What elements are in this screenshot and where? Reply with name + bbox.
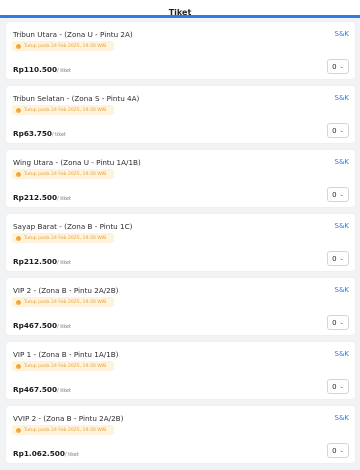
quantity-value: 0 bbox=[332, 382, 337, 391]
price-unit: / tiket bbox=[64, 453, 79, 458]
quantity-select[interactable]: 0 ⌄ bbox=[327, 315, 349, 330]
terms-link[interactable]: S&K bbox=[335, 158, 350, 166]
closing-text: Tutup pada 24 Feb 2025, 19:30 WIB bbox=[24, 43, 107, 49]
clock-icon bbox=[16, 235, 21, 241]
price-value: Rp212.500 bbox=[13, 193, 58, 202]
price-value: Rp1.062.500 bbox=[13, 449, 65, 458]
terms-link[interactable]: S&K bbox=[335, 350, 350, 358]
closing-text: Tutup pada 24 Feb 2025, 19:30 WIB bbox=[24, 235, 107, 241]
quantity-select[interactable]: 0 ⌄ bbox=[327, 123, 349, 138]
closing-badge: Tutup pada 24 Feb 2025, 19:30 WIB bbox=[12, 169, 115, 179]
chevron-down-icon: ⌄ bbox=[339, 319, 344, 326]
ticket-list: Tribun Utara - (Zona U - Pintu 2A) S&K T… bbox=[0, 22, 360, 470]
quantity-value: 0 bbox=[332, 62, 337, 71]
clock-icon bbox=[16, 43, 21, 49]
chevron-down-icon: ⌄ bbox=[339, 255, 344, 262]
clock-icon bbox=[16, 299, 21, 305]
quantity-select[interactable]: 0 ⌄ bbox=[327, 443, 349, 458]
price-unit: / tiket bbox=[57, 261, 71, 266]
terms-link[interactable]: S&K bbox=[335, 222, 350, 230]
chevron-down-icon: ⌄ bbox=[339, 127, 344, 134]
chevron-down-icon: ⌄ bbox=[339, 191, 344, 198]
clock-icon bbox=[16, 427, 21, 433]
chevron-down-icon: ⌄ bbox=[339, 383, 344, 390]
closing-badge: Tutup pada 24 Feb 2025, 19:30 WIB bbox=[12, 233, 115, 243]
terms-link[interactable]: S&K bbox=[335, 94, 350, 102]
clock-icon bbox=[16, 363, 21, 369]
ticket-price: Rp63.750/ tiket bbox=[13, 129, 66, 138]
quantity-value: 0 bbox=[332, 254, 337, 263]
quantity-select[interactable]: 0 ⌄ bbox=[327, 187, 349, 202]
ticket-card: VIP 1 - (Zona B - Pintu 1A/1B) S&K Tutup… bbox=[6, 342, 355, 399]
ticket-card: VIP 2 - (Zona B - Pintu 2A/2B) S&K Tutup… bbox=[6, 278, 355, 335]
ticket-name: Wing Utara - (Zona U - Pintu 1A/1B) bbox=[13, 158, 141, 167]
quantity-value: 0 bbox=[332, 126, 337, 135]
quantity-select[interactable]: 0 ⌄ bbox=[327, 59, 349, 74]
ticket-name: Tribun Selatan - (Zona S - Pintu 4A) bbox=[13, 94, 140, 103]
ticket-price: Rp212.500/ tiket bbox=[13, 257, 71, 266]
closing-badge: Tutup pada 24 Feb 2025, 19:30 WIB bbox=[12, 361, 115, 371]
price-value: Rp212.500 bbox=[13, 257, 58, 266]
ticket-name: VVIP 2 - (Zona B - Pintu 2A/2B) bbox=[13, 414, 124, 423]
terms-link[interactable]: S&K bbox=[335, 30, 350, 38]
ticket-name: VIP 2 - (Zona B - Pintu 2A/2B) bbox=[13, 286, 119, 295]
price-unit: / tiket bbox=[57, 389, 71, 394]
chevron-down-icon: ⌄ bbox=[339, 447, 344, 454]
ticket-card: Tribun Selatan - (Zona S - Pintu 4A) S&K… bbox=[6, 86, 355, 143]
terms-link[interactable]: S&K bbox=[335, 286, 350, 294]
quantity-value: 0 bbox=[332, 446, 337, 455]
ticket-price: Rp467.500/ tiket bbox=[13, 385, 71, 394]
ticket-price: Rp212.500/ tiket bbox=[13, 193, 71, 202]
closing-text: Tutup pada 24 Feb 2025, 19:30 WIB bbox=[24, 107, 107, 113]
ticket-name: Tribun Utara - (Zona U - Pintu 2A) bbox=[13, 30, 133, 39]
page-title: Tiket bbox=[168, 8, 192, 17]
ticket-price: Rp110.500/ tiket bbox=[13, 65, 71, 74]
ticket-card: Tribun Utara - (Zona U - Pintu 2A) S&K T… bbox=[6, 22, 355, 79]
ticket-card: VVIP 2 - (Zona B - Pintu 2A/2B) S&K Tutu… bbox=[6, 406, 355, 463]
terms-link[interactable]: S&K bbox=[335, 414, 350, 422]
quantity-value: 0 bbox=[332, 190, 337, 199]
price-unit: / tiket bbox=[52, 133, 66, 138]
closing-badge: Tutup pada 24 Feb 2025, 19:30 WIB bbox=[12, 41, 115, 51]
app-header: Tiket bbox=[0, 0, 360, 18]
clock-icon bbox=[16, 107, 21, 113]
closing-badge: Tutup pada 24 Feb 2025, 19:30 WIB bbox=[12, 105, 115, 115]
ticket-name: VIP 1 - (Zona B - Pintu 1A/1B) bbox=[13, 350, 119, 359]
quantity-value: 0 bbox=[332, 318, 337, 327]
ticket-card: Sayap Barat - (Zona B - Pintu 1C) S&K Tu… bbox=[6, 214, 355, 271]
ticket-card: Wing Utara - (Zona U - Pintu 1A/1B) S&K … bbox=[6, 150, 355, 207]
price-value: Rp110.500 bbox=[13, 65, 58, 74]
closing-text: Tutup pada 24 Feb 2025, 19:30 WIB bbox=[24, 427, 107, 433]
price-value: Rp467.500 bbox=[13, 321, 58, 330]
price-value: Rp467.500 bbox=[13, 385, 58, 394]
price-unit: / tiket bbox=[57, 197, 71, 202]
closing-text: Tutup pada 24 Feb 2025, 19:30 WIB bbox=[24, 363, 107, 369]
closing-badge: Tutup pada 24 Feb 2025, 19:30 WIB bbox=[12, 297, 115, 307]
closing-text: Tutup pada 24 Feb 2025, 19:30 WIB bbox=[24, 299, 107, 305]
price-value: Rp63.750 bbox=[13, 129, 52, 138]
closing-badge: Tutup pada 24 Feb 2025, 19:30 WIB bbox=[12, 425, 115, 435]
quantity-select[interactable]: 0 ⌄ bbox=[327, 251, 349, 266]
price-unit: / tiket bbox=[57, 69, 71, 74]
ticket-name: Sayap Barat - (Zona B - Pintu 1C) bbox=[13, 222, 133, 231]
ticket-price: Rp1.062.500/ tiket bbox=[13, 449, 79, 458]
clock-icon bbox=[16, 171, 21, 177]
price-unit: / tiket bbox=[57, 325, 71, 330]
closing-text: Tutup pada 24 Feb 2025, 19:30 WIB bbox=[24, 171, 107, 177]
ticket-price: Rp467.500/ tiket bbox=[13, 321, 71, 330]
quantity-select[interactable]: 0 ⌄ bbox=[327, 379, 349, 394]
chevron-down-icon: ⌄ bbox=[339, 63, 344, 70]
